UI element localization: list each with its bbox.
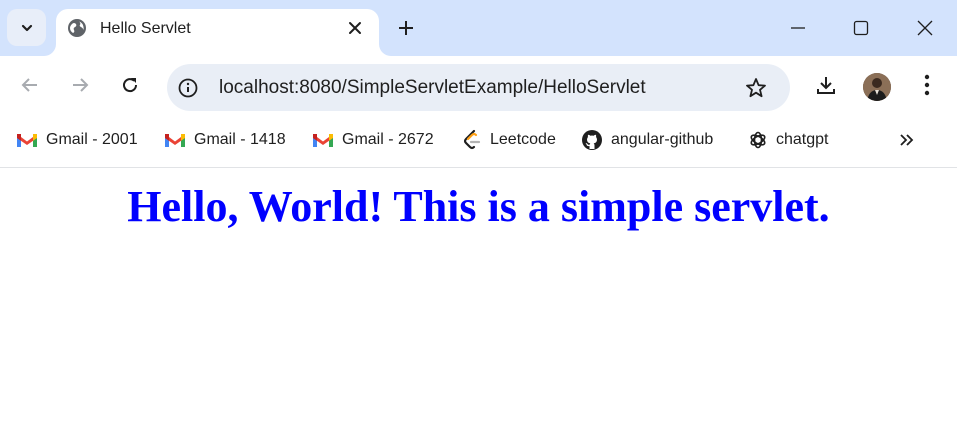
globe-icon (68, 19, 86, 37)
page-heading: Hello, World! This is a simple servlet. (127, 182, 830, 231)
bookmark-gmail-2001[interactable]: Gmail - 2001 (16, 129, 138, 151)
chatgpt-icon (750, 131, 766, 149)
tab-strip: Hello Servlet (0, 0, 957, 56)
maximize-icon (853, 20, 869, 36)
tab-search-button[interactable] (7, 9, 46, 46)
back-button[interactable] (16, 71, 44, 99)
bookmark-leetcode[interactable]: Leetcode (462, 129, 556, 151)
window-close-button[interactable] (911, 14, 939, 42)
bookmark-gmail-1418[interactable]: Gmail - 1418 (164, 129, 286, 151)
bookmark-label: Gmail - 2001 (46, 131, 138, 148)
site-info-icon[interactable] (177, 77, 199, 99)
tab-title: Hello Servlet (100, 20, 191, 37)
tab-close-button[interactable] (345, 18, 365, 38)
avatar-icon (863, 73, 891, 101)
bookmarks-bar: Gmail - 2001 Gmail - 1418 Gmail - 2672 L… (0, 112, 957, 168)
active-tab[interactable]: Hello Servlet (56, 9, 379, 56)
reload-button[interactable] (116, 71, 144, 99)
bookmark-label: angular-github (611, 131, 714, 148)
new-tab-button[interactable] (393, 15, 419, 41)
double-chevron-right-icon (900, 134, 914, 146)
page-content: Hello, World! This is a simple servlet. (0, 169, 957, 428)
close-icon (917, 20, 933, 36)
address-bar[interactable]: localhost:8080/SimpleServletExample/Hell… (167, 64, 790, 111)
github-icon (582, 130, 602, 150)
bookmark-angular-github[interactable]: angular-github (581, 129, 713, 151)
profile-avatar[interactable] (863, 73, 891, 101)
minimize-icon (791, 27, 805, 29)
bookmark-chatgpt[interactable]: chatgpt (748, 129, 828, 151)
reload-icon (123, 78, 138, 93)
maximize-button[interactable] (847, 14, 875, 42)
star-icon[interactable] (744, 76, 768, 100)
downloads-button[interactable] (812, 71, 840, 99)
gmail-icon (165, 134, 185, 147)
leetcode-icon (463, 129, 481, 150)
browser-toolbar: localhost:8080/SimpleServletExample/Hell… (0, 56, 957, 112)
arrow-left-icon (21, 78, 37, 92)
close-icon (349, 22, 361, 34)
gmail-icon (17, 134, 37, 147)
more-bookmarks-button[interactable] (896, 129, 918, 151)
forward-button[interactable] (66, 71, 94, 99)
download-icon (817, 77, 835, 94)
more-vert-icon (924, 74, 930, 96)
gmail-icon (313, 134, 333, 147)
menu-button[interactable] (913, 71, 941, 99)
bookmark-label: chatgpt (776, 131, 829, 148)
bookmark-label: Leetcode (490, 131, 556, 148)
url-text[interactable]: localhost:8080/SimpleServletExample/Hell… (219, 77, 646, 99)
minimize-button[interactable] (784, 14, 812, 42)
bookmark-gmail-2672[interactable]: Gmail - 2672 (312, 129, 434, 151)
chevron-down-icon (21, 24, 32, 31)
bookmark-label: Gmail - 1418 (194, 131, 286, 148)
plus-icon (399, 21, 413, 35)
arrow-right-icon (73, 78, 89, 92)
bookmark-label: Gmail - 2672 (342, 131, 434, 148)
